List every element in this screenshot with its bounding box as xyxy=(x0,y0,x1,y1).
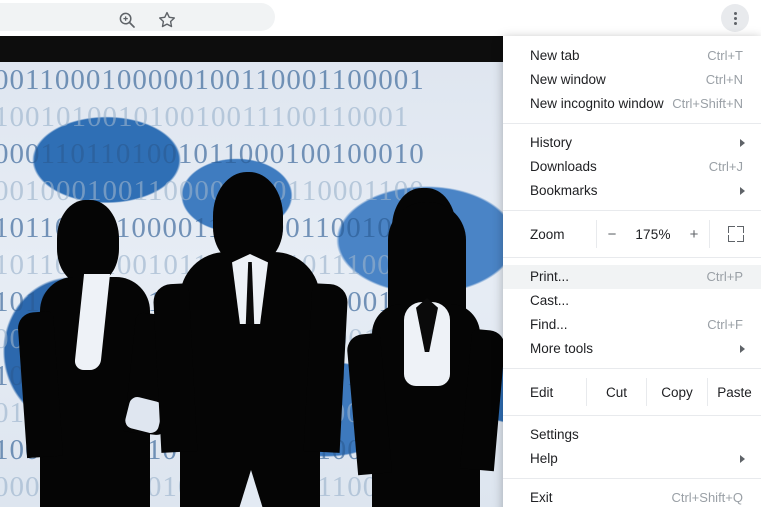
menu-item-new-incognito-window[interactable]: New incognito window Ctrl+Shift+N xyxy=(503,92,761,116)
cut-button[interactable]: Cut xyxy=(587,376,646,408)
menu-item-new-tab[interactable]: New tab Ctrl+T xyxy=(503,44,761,68)
fullscreen-button[interactable] xyxy=(710,218,761,250)
browser-window: 0011000100000100110001100001 10010100101… xyxy=(0,0,761,507)
menu-separator xyxy=(503,415,761,416)
menu-item-label: Exit xyxy=(530,490,553,505)
menu-item-label: More tools xyxy=(530,341,594,356)
paste-button[interactable]: Paste xyxy=(708,376,761,408)
menu-item-label: Find... xyxy=(530,317,568,332)
menu-item-shortcut: Ctrl+T xyxy=(707,48,743,63)
menu-item-settings[interactable]: Settings xyxy=(503,423,761,447)
menu-item-shortcut: Ctrl+N xyxy=(705,72,743,87)
menu-item-shortcut: Ctrl+P xyxy=(706,269,743,284)
menu-separator xyxy=(503,368,761,369)
zoom-level-value: 175% xyxy=(635,226,671,242)
zoom-out-button[interactable]: − xyxy=(597,218,627,250)
chrome-main-menu: New tab Ctrl+T New window Ctrl+N New inc… xyxy=(503,36,761,507)
chevron-right-icon xyxy=(740,139,745,147)
browser-toolbar xyxy=(0,0,761,36)
menu-item-shortcut: Ctrl+F xyxy=(707,317,743,332)
menu-item-label: New incognito window xyxy=(530,96,664,111)
address-bar[interactable] xyxy=(0,3,275,31)
menu-item-more-tools[interactable]: More tools xyxy=(503,337,761,361)
chevron-right-icon xyxy=(740,345,745,353)
menu-row-zoom: Zoom − 175% + xyxy=(503,218,761,250)
menu-item-print[interactable]: Print... Ctrl+P xyxy=(503,265,761,289)
menu-item-label: Bookmarks xyxy=(530,183,598,198)
menu-item-cast[interactable]: Cast... xyxy=(503,289,761,313)
three-dot-menu-icon[interactable] xyxy=(721,4,749,32)
zoom-label: Zoom xyxy=(530,226,565,242)
chevron-right-icon xyxy=(740,455,745,463)
copy-button[interactable]: Copy xyxy=(647,376,707,408)
menu-item-label: New window xyxy=(530,72,606,87)
menu-item-exit[interactable]: Exit Ctrl+Shift+Q xyxy=(503,486,761,507)
menu-item-label: Print... xyxy=(530,269,570,284)
edit-label: Edit xyxy=(530,384,554,400)
menu-item-find[interactable]: Find... Ctrl+F xyxy=(503,313,761,337)
zoom-in-magnifier-icon[interactable] xyxy=(118,11,136,29)
fullscreen-icon xyxy=(727,226,744,242)
menu-separator xyxy=(503,478,761,479)
menu-item-bookmarks[interactable]: Bookmarks xyxy=(503,179,761,203)
menu-item-downloads[interactable]: Downloads Ctrl+J xyxy=(503,155,761,179)
menu-item-label: History xyxy=(530,135,573,150)
menu-item-history[interactable]: History xyxy=(503,131,761,155)
menu-item-label: Help xyxy=(530,451,558,466)
menu-item-label: New tab xyxy=(530,48,580,63)
menu-item-label: Cast... xyxy=(530,293,570,308)
menu-separator xyxy=(503,123,761,124)
menu-separator xyxy=(503,210,761,211)
menu-item-shortcut: Ctrl+Shift+N xyxy=(672,96,743,111)
menu-item-shortcut: Ctrl+Shift+Q xyxy=(671,490,743,505)
menu-separator xyxy=(503,257,761,258)
star-icon[interactable] xyxy=(158,11,176,29)
menu-item-shortcut: Ctrl+J xyxy=(708,159,743,174)
menu-item-help[interactable]: Help xyxy=(503,447,761,471)
menu-item-label: Downloads xyxy=(530,159,597,174)
zoom-in-button[interactable]: + xyxy=(679,218,709,250)
chevron-right-icon xyxy=(740,187,745,195)
menu-item-new-window[interactable]: New window Ctrl+N xyxy=(503,68,761,92)
menu-row-edit: Edit Cut Copy Paste xyxy=(503,376,761,408)
menu-item-label: Settings xyxy=(530,427,579,442)
